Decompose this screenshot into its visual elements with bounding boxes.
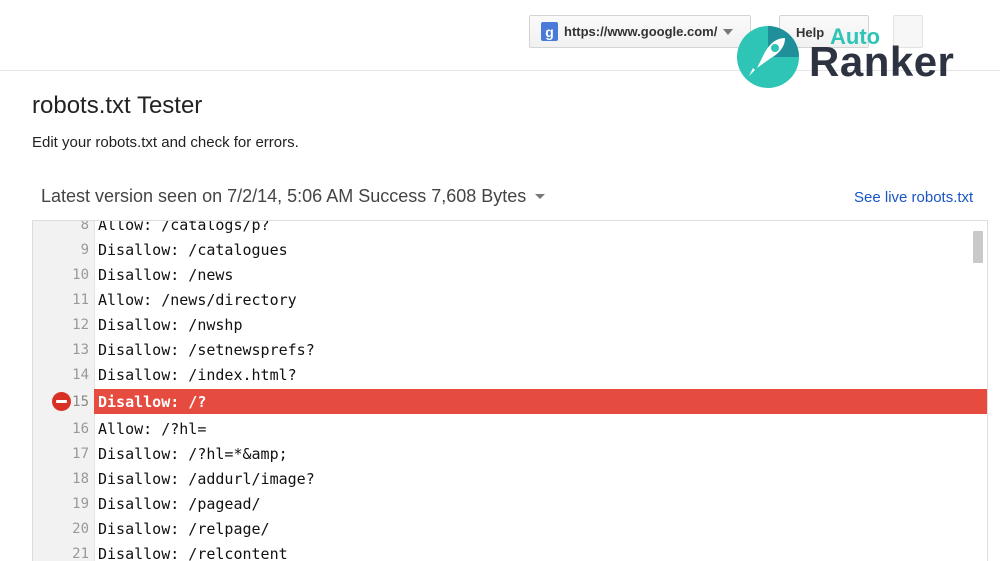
line-code: Allow: /catalogs/p? (98, 220, 270, 234)
chevron-down-icon (535, 194, 545, 199)
editor-line[interactable]: 8 Allow: /catalogs/p? (33, 220, 987, 237)
editor-line[interactable]: 21 Disallow: /relcontent (33, 541, 987, 561)
editor-lines: 8 Allow: /catalogs/p? 9 Disallow: /catalogu… (33, 220, 987, 561)
line-code: Disallow: /relpage/ (98, 520, 270, 538)
robots-txt-editor[interactable]: 8 Allow: /catalogs/p? 9 Disallow: /catalogu… (32, 220, 988, 561)
line-code: Disallow: /relcontent (98, 545, 288, 561)
line-number: 14 (33, 367, 89, 383)
error-icon[interactable] (52, 392, 71, 411)
line-code: Allow: /news/directory (98, 291, 297, 309)
watermark-word-ranker: Ranker (809, 38, 954, 86)
editor-line[interactable]: 14 Disallow: /index.html? (33, 362, 987, 387)
line-code: Disallow: /addurl/image? (98, 470, 315, 488)
version-selector[interactable]: Latest version seen on 7/2/14, 5:06 AM S… (41, 186, 545, 207)
editor-line[interactable]: 19 Disallow: /pagead/ (33, 491, 987, 516)
editor-line[interactable]: 17 Disallow: /?hl=*&amp; (33, 441, 987, 466)
version-label: Latest version seen on 7/2/14, 5:06 AM S… (41, 186, 526, 207)
editor-line[interactable]: 13 Disallow: /setnewsprefs? (33, 337, 987, 362)
rocket-logo-icon (735, 24, 801, 90)
line-number: 8 (33, 220, 89, 233)
editor-line[interactable]: 10 Disallow: /news (33, 262, 987, 287)
line-code: Disallow: /index.html? (98, 366, 297, 384)
line-number: 19 (33, 496, 89, 512)
line-number: 13 (33, 342, 89, 358)
line-number: 18 (33, 471, 89, 487)
editor-line[interactable]: 20 Disallow: /relpage/ (33, 516, 987, 541)
line-number: 16 (33, 421, 89, 437)
line-number: 9 (33, 242, 89, 258)
line-number: 10 (33, 267, 89, 283)
autoranker-watermark-logo: Auto Ranker (735, 18, 995, 90)
line-code: Disallow: /nwshp (98, 316, 243, 334)
line-code: Disallow: /pagead/ (98, 495, 261, 513)
line-number: 12 (33, 317, 89, 333)
line-number: 17 (33, 446, 89, 462)
line-code: Disallow: /news (98, 266, 233, 284)
editor-line[interactable]: 9 Disallow: /catalogues (33, 237, 987, 262)
editor-line[interactable]: 16 Allow: /?hl= (33, 416, 987, 441)
property-url: https://www.google.com/ (564, 24, 717, 39)
property-selector[interactable]: g https://www.google.com/ (529, 15, 751, 48)
line-number: 11 (33, 292, 89, 308)
line-code: Disallow: /catalogues (98, 241, 288, 259)
line-number: 20 (33, 521, 89, 537)
editor-line[interactable]: 12 Disallow: /nwshp (33, 312, 987, 337)
line-code: Disallow: /?hl=*&amp; (98, 445, 288, 463)
line-code: Disallow: /setnewsprefs? (98, 341, 315, 359)
line-number: 21 (33, 546, 89, 561)
see-live-robots-link[interactable]: See live robots.txt (854, 189, 973, 206)
editor-line-error[interactable]: 15Disallow: /? (33, 389, 987, 414)
editor-line[interactable]: 18 Disallow: /addurl/image? (33, 466, 987, 491)
line-code: Disallow: /? (98, 393, 206, 411)
page-title: robots.txt Tester (32, 92, 202, 120)
chevron-down-icon (723, 29, 733, 35)
page-subtitle: Edit your robots.txt and check for error… (32, 134, 299, 151)
google-icon: g (541, 22, 558, 41)
line-code: Allow: /?hl= (98, 420, 206, 438)
editor-line[interactable]: 11 Allow: /news/directory (33, 287, 987, 312)
editor-scrollbar[interactable] (973, 231, 983, 263)
